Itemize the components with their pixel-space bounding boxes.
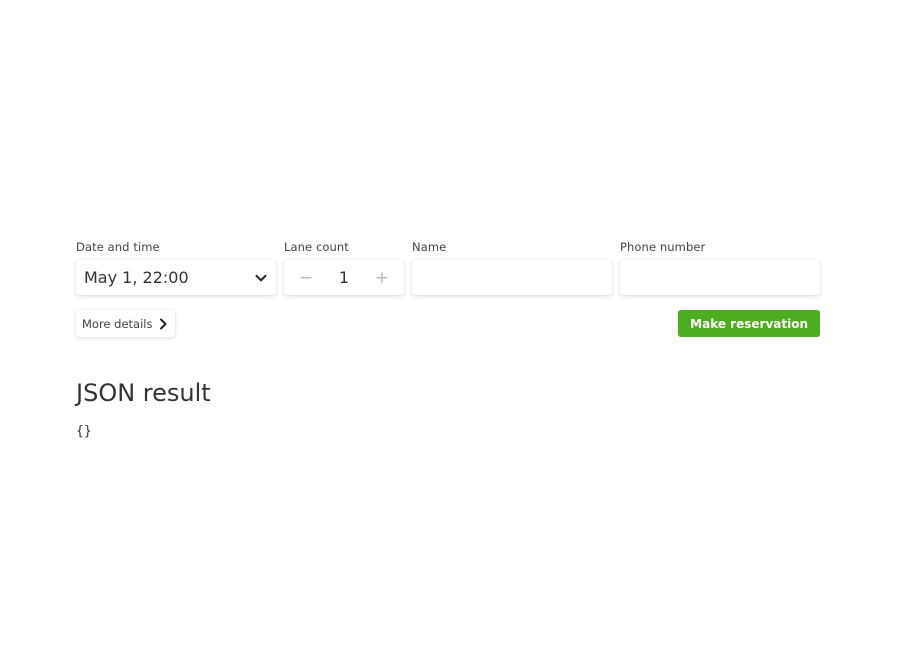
more-details-button[interactable]: More details [76, 310, 176, 337]
datetime-label: Date and time [76, 240, 160, 254]
phone-label: Phone number [620, 240, 706, 254]
make-reservation-button[interactable]: Make reservation [678, 310, 820, 337]
chevron-right-icon [160, 318, 167, 329]
datetime-field: Date and time May 1, 22:00 [76, 240, 276, 295]
result-title: JSON result [76, 379, 211, 407]
more-details-label: More details [82, 316, 153, 331]
decrement-button[interactable]: − [298, 268, 314, 288]
actions-row: More details Make reservation [76, 310, 820, 337]
increment-button[interactable]: + [374, 268, 390, 288]
name-input-card [412, 260, 612, 295]
datetime-select[interactable]: May 1, 22:00 [76, 260, 276, 295]
lane-count-value: 1 [338, 268, 350, 287]
field-row: Date and time May 1, 22:00 Lane count − … [76, 240, 820, 295]
name-input[interactable] [412, 260, 612, 295]
phone-input[interactable] [620, 260, 820, 295]
phone-field: Phone number [620, 240, 820, 295]
datetime-value: May 1, 22:00 [84, 268, 189, 287]
phone-input-card [620, 260, 820, 295]
name-field: Name [412, 240, 612, 295]
name-label: Name [412, 240, 447, 254]
lane-count-label: Lane count [284, 240, 349, 254]
lane-count-stepper: − 1 + [284, 260, 404, 295]
result-json: {} [76, 424, 92, 439]
lane-count-field: Lane count − 1 + [284, 240, 404, 295]
reservation-form: Date and time May 1, 22:00 Lane count − … [76, 240, 820, 337]
result-section: JSON result {} [76, 378, 211, 439]
chevron-down-icon [255, 274, 267, 281]
